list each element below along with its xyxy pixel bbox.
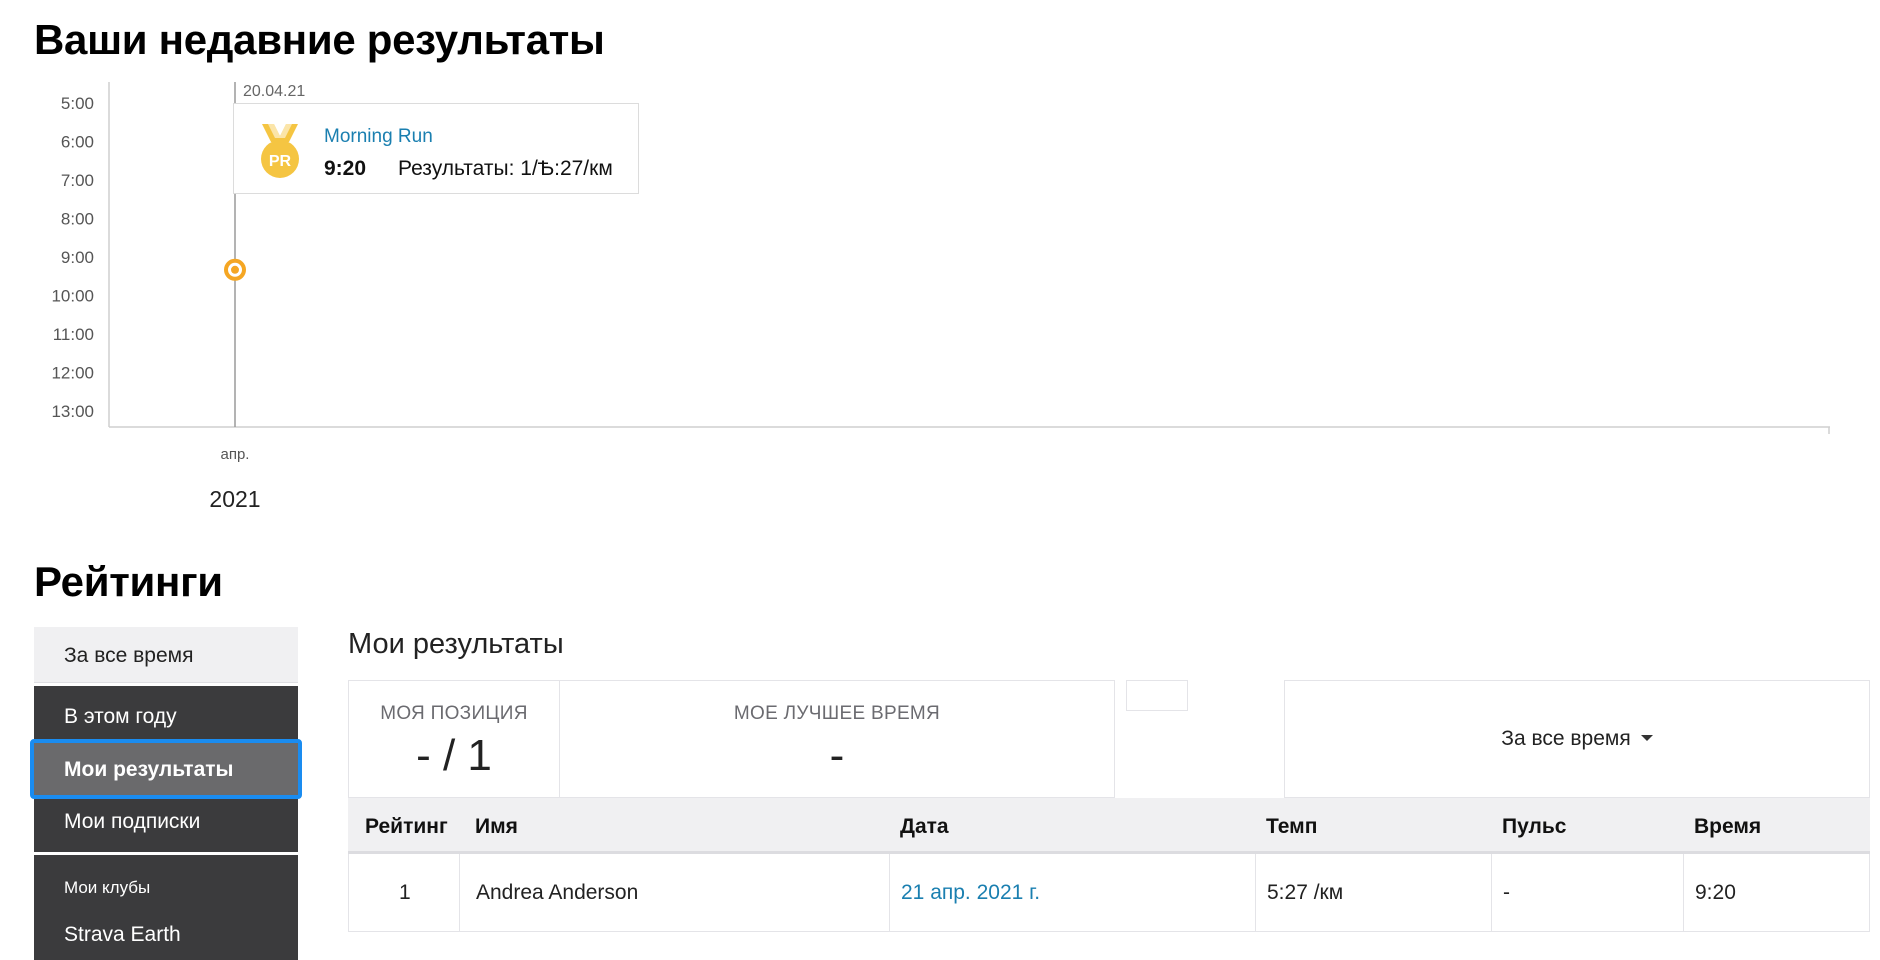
recent-results-title: Ваши недавние результаты — [34, 16, 605, 63]
column-header-name[interactable]: Имя — [475, 815, 518, 839]
cell-date-link[interactable]: 21 апр. 2021 г. — [901, 881, 1040, 905]
pr-medal-icon: PR — [261, 124, 299, 178]
y-tick-label: 6:00 — [61, 133, 94, 152]
y-axis-ticks: 5:00 6:00 7:00 8:00 9:00 10:00 11:00 12:00 13:00 — [51, 94, 94, 421]
sidebar-item-my-results[interactable]: Мои результаты — [64, 758, 233, 782]
y-tick-label: 13:00 — [51, 402, 94, 421]
sidebar-item-my-subscriptions[interactable]: Мои подписки — [64, 810, 200, 834]
data-points — [224, 258, 246, 281]
time-filter-value: За все время — [1501, 727, 1631, 750]
sidebar-item-this-year[interactable]: В этом году — [64, 705, 177, 729]
y-tick-label: 10:00 — [51, 287, 94, 306]
my-results-heading: Мои результаты — [348, 628, 564, 660]
cell-pace: 5:27 /км — [1267, 881, 1344, 904]
date-marker-label: 20.04.21 — [243, 83, 305, 100]
time-filter-card: За все время — [1284, 680, 1870, 798]
cell-name[interactable]: Andrea Anderson — [476, 881, 638, 905]
y-tick-label: 9:00 — [61, 248, 94, 267]
x-tick-label: апр. — [221, 446, 250, 463]
table-row: 1 Andrea Anderson 21 апр. 2021 г. 5:27 /… — [348, 854, 1870, 932]
ratings-title: Рейтинги — [34, 558, 223, 605]
my-position-card: МОЯ ПОЗИЦИЯ - / 1 — [348, 680, 560, 798]
column-header-rank[interactable]: Рейтинг — [365, 815, 448, 839]
activity-result: Результаты: 1/Ѣ:27/км — [398, 157, 613, 180]
best-time-value: - — [829, 731, 845, 780]
x-year-label: 2021 — [209, 486, 260, 512]
sidebar-item-all-time[interactable]: За все время — [34, 627, 298, 683]
column-header-heart-rate[interactable]: Пульс — [1502, 815, 1566, 839]
sidebar-filter-group: В этом году Мои результаты Мои подписки — [30, 684, 302, 852]
column-header-pace[interactable]: Темп — [1266, 815, 1317, 839]
my-position-label: МОЯ ПОЗИЦИЯ — [380, 703, 528, 724]
y-tick-label: 12:00 — [51, 364, 94, 383]
empty-placeholder-box — [1126, 680, 1188, 711]
y-tick-label: 11:00 — [53, 325, 94, 344]
sidebar-item-club-strava-earth[interactable]: Strava Earth — [64, 923, 181, 947]
activity-tooltip: PR Morning Run 9:20 Результаты: 1/Ѣ:27/к… — [233, 103, 639, 194]
column-header-date[interactable]: Дата — [900, 815, 949, 839]
table-header: Рейтинг Имя Дата Темп Пульс Время — [348, 798, 1870, 854]
cell-time: 9:20 — [1695, 881, 1736, 904]
activity-time: 9:20 — [324, 157, 367, 180]
results-table: Рейтинг Имя Дата Темп Пульс Время 1 Andr… — [348, 798, 1870, 932]
caret-down-icon — [1640, 735, 1653, 741]
my-position-value: - / 1 — [416, 731, 492, 780]
svg-text:PR: PR — [269, 153, 292, 170]
best-time-label: МОЕ ЛУЧШЕЕ ВРЕМЯ — [733, 703, 941, 724]
column-header-time[interactable]: Время — [1694, 815, 1761, 839]
data-point-center — [231, 265, 239, 274]
y-tick-label: 8:00 — [61, 210, 94, 229]
cell-heart-rate: - — [1503, 881, 1510, 904]
sidebar-clubs-heading: Мои клубы — [64, 878, 151, 897]
y-tick-label: 7:00 — [61, 171, 94, 190]
time-filter-dropdown[interactable]: За все время — [1285, 727, 1869, 751]
y-tick-label: 5:00 — [61, 94, 94, 113]
sidebar-clubs-group: Мои клубы Strava Earth — [34, 852, 298, 960]
best-time-card: МОЕ ЛУЧШЕЕ ВРЕМЯ - — [559, 680, 1115, 798]
cell-rank: 1 — [399, 881, 411, 904]
activity-name-link[interactable]: Morning Run — [324, 126, 433, 148]
